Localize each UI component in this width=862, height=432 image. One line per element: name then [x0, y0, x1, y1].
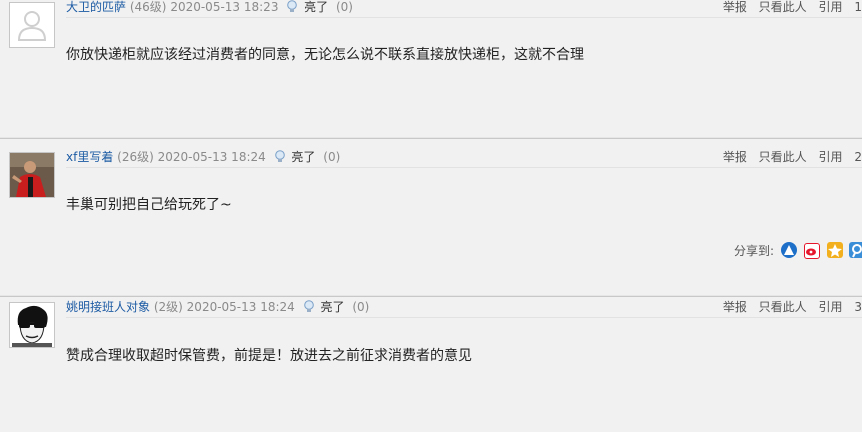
report-button[interactable]: 举报 [723, 300, 747, 314]
post-header: xf里写着 (26级) 2020-05-13 18:24 亮了 (0) 举报 只… [66, 148, 862, 166]
only-this-user-button[interactable]: 只看此人 [759, 0, 807, 14]
only-this-user-button[interactable]: 只看此人 [759, 300, 807, 314]
post-time: 2020-05-13 18:24 [157, 150, 266, 164]
light-button[interactable]: 亮了 [291, 150, 315, 164]
post-content: 丰巢可别把自己给玩死了~ [66, 197, 232, 213]
avatar[interactable] [9, 152, 55, 198]
light-count: (0) [323, 150, 341, 164]
user-level: (26级) [117, 150, 154, 164]
username-link[interactable]: 姚明接班人对象 [66, 300, 150, 314]
qzone-share-icon[interactable] [826, 242, 843, 258]
user-photo-icon [10, 153, 54, 197]
weibo-share-icon[interactable] [803, 243, 820, 259]
report-button[interactable]: 举报 [723, 0, 747, 14]
report-button[interactable]: 举报 [723, 150, 747, 164]
username-link[interactable]: 大卫的匹萨 [66, 0, 126, 14]
share-bar: 分享到: [734, 241, 862, 261]
floor-number: 2 [854, 150, 862, 164]
quote-button[interactable]: 引用 [819, 300, 843, 314]
light-button[interactable]: 亮了 [304, 0, 328, 14]
floor-number: 1 [854, 0, 862, 14]
only-this-user-button[interactable]: 只看此人 [759, 150, 807, 164]
user-level: (2级) [153, 300, 183, 314]
quote-button[interactable]: 引用 [819, 0, 843, 14]
avatar[interactable] [9, 2, 55, 48]
share-label: 分享到: [734, 244, 775, 258]
avatar[interactable] [9, 302, 55, 348]
floor-number: 3 [854, 300, 862, 314]
post-actions: 举报 只看此人 引用 1 [715, 0, 862, 16]
default-avatar-icon [10, 3, 54, 47]
post-actions: 举报 只看此人 引用 2 [715, 148, 862, 166]
header-divider [66, 317, 862, 318]
header-divider [66, 17, 862, 18]
quote-button[interactable]: 引用 [819, 150, 843, 164]
post-time: 2020-05-13 18:23 [170, 0, 279, 14]
lightbulb-icon[interactable] [274, 150, 286, 168]
post-header: 大卫的匹萨 (46级) 2020-05-13 18:23 亮了 (0) 举报 只… [66, 0, 862, 16]
post: 姚明接班人对象 (2级) 2020-05-13 18:24 亮了 (0) 举报 … [0, 297, 862, 432]
post-content: 赞成合理收取超时保管费，前提是！放进去之前征求消费者的意见 [66, 348, 472, 364]
header-divider [66, 167, 862, 168]
light-count: (0) [352, 300, 370, 314]
tencent-weibo-share-icon[interactable] [849, 242, 862, 258]
light-count: (0) [335, 0, 353, 14]
lightbulb-icon[interactable] [286, 0, 298, 18]
post-time: 2020-05-13 18:24 [186, 300, 295, 314]
user-level: (46级) [129, 0, 167, 14]
light-button[interactable]: 亮了 [320, 300, 344, 314]
lightbulb-icon[interactable] [303, 300, 315, 318]
post: 大卫的匹萨 (46级) 2020-05-13 18:23 亮了 (0) 举报 只… [0, 0, 862, 139]
cartoon-sunglasses-avatar-icon [10, 303, 54, 347]
post: xf里写着 (26级) 2020-05-13 18:24 亮了 (0) 举报 只… [0, 139, 862, 297]
post-content: 你放快递柜就应该经过消费者的同意，无论怎么说不联系直接放快递柜，这就不合理 [66, 47, 584, 63]
post-actions: 举报 只看此人 引用 3 [715, 298, 862, 316]
username-link[interactable]: xf里写着 [66, 150, 113, 164]
post-header: 姚明接班人对象 (2级) 2020-05-13 18:24 亮了 (0) 举报 … [66, 298, 862, 316]
baidu-share-icon[interactable] [780, 242, 797, 258]
